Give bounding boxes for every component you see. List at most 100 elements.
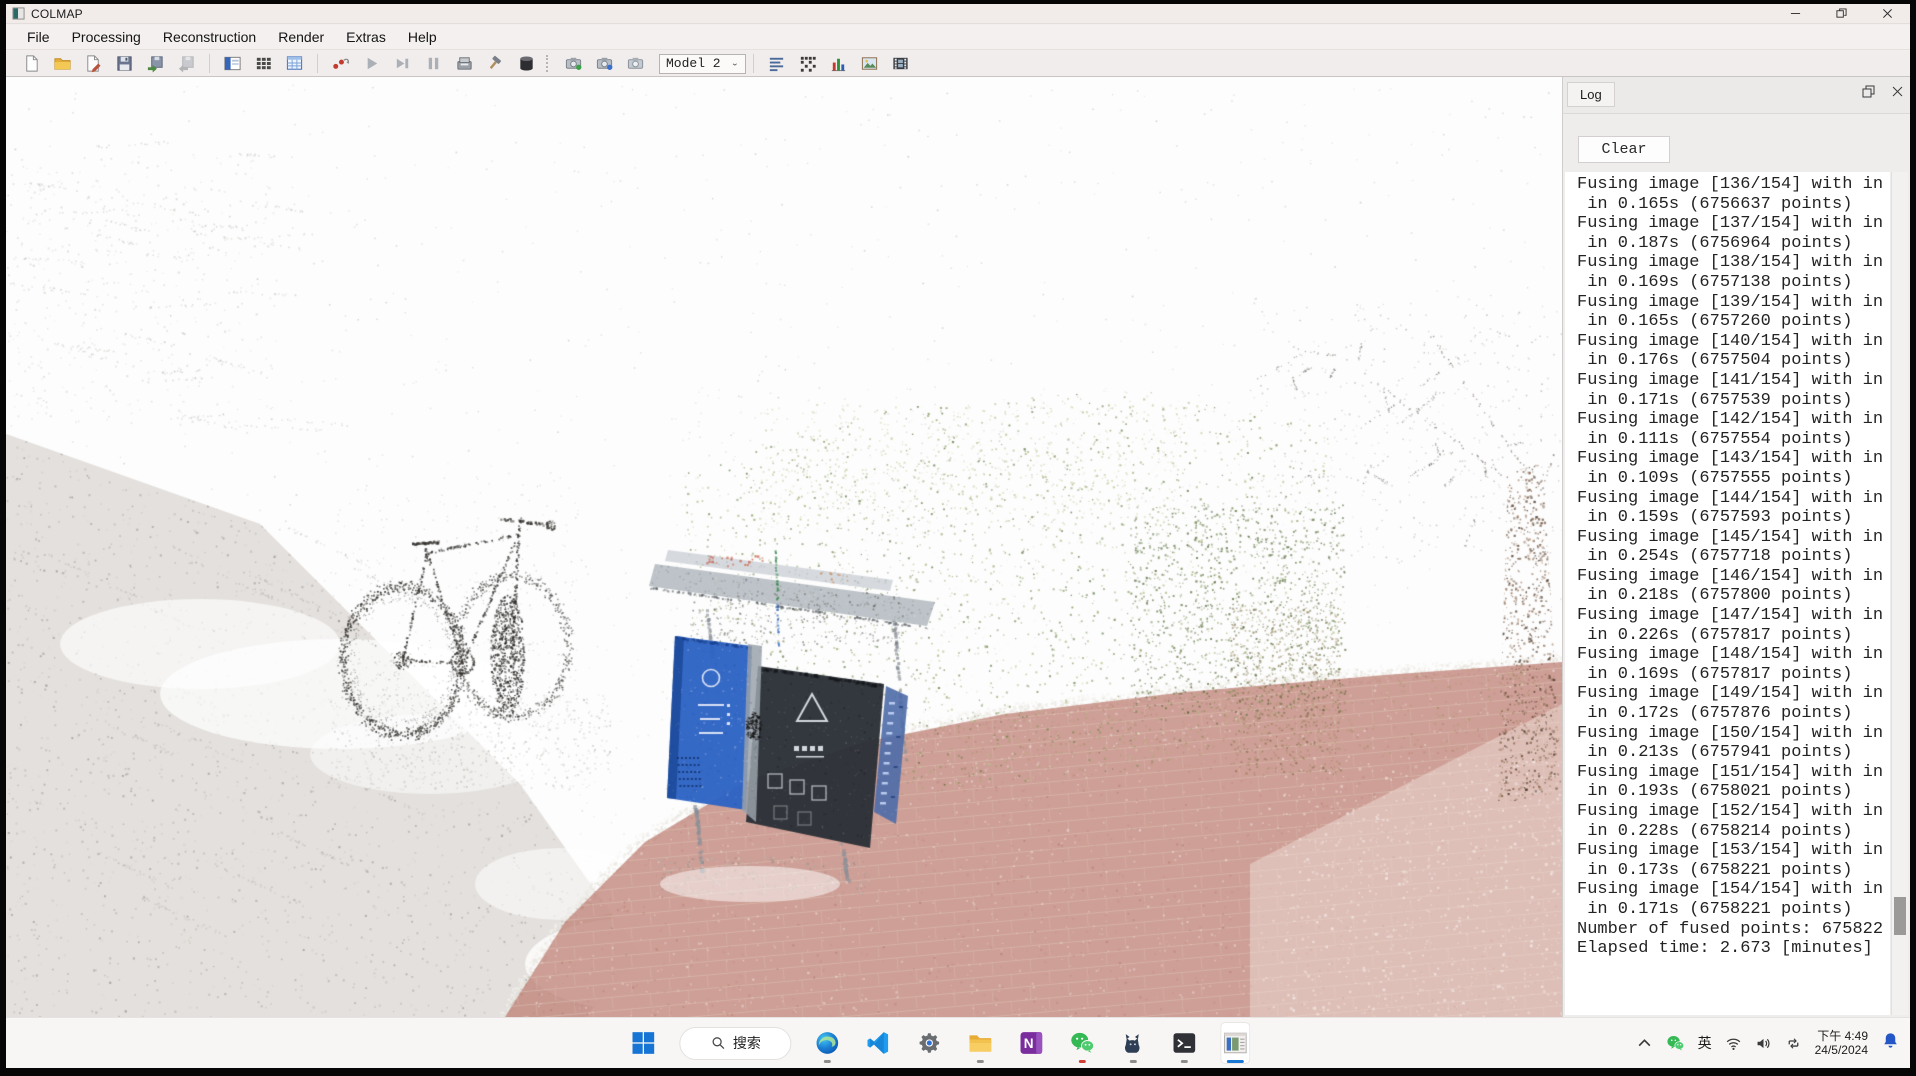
menu-processing[interactable]: Processing [61,27,152,47]
toolbar-grab-image-button[interactable] [857,52,883,75]
toolbar-step-reconstruction-button[interactable] [390,52,416,75]
panel-blue-icon [223,54,242,73]
toolbar-database-button[interactable] [514,52,540,75]
match-grid-icon [798,54,817,73]
terminal-icon [1171,1030,1197,1056]
minimize-button[interactable] [1772,4,1818,23]
image-icon [860,54,879,73]
table-blue-icon [285,54,304,73]
toolbar-drag-handle [546,55,550,72]
hammer-icon [486,54,505,73]
start-button-icon [630,1030,656,1056]
menu-bar: FileProcessingReconstructionRenderExtras… [6,25,1910,50]
taskbar-wechat[interactable] [1067,1022,1097,1064]
log-panel-title: Log [1567,82,1615,107]
toolbar-feature-extraction-button[interactable] [220,52,246,75]
toolbar-bundle-adjustment-button[interactable] [452,52,478,75]
toolbar-statistics-button[interactable] [826,52,852,75]
toolbar-export-model-button[interactable] [174,52,200,75]
cylinder-icon [517,54,536,73]
menu-help[interactable]: Help [397,27,448,47]
ime-indicator[interactable]: 英 [1698,1033,1712,1053]
search-label: 搜索 [733,1033,761,1053]
taskbar-file-explorer[interactable] [965,1022,995,1064]
running-indicator [824,1060,831,1063]
taskbar-onenote[interactable]: N [1016,1022,1046,1064]
tray-chevron-up-icon[interactable] [1636,1035,1653,1052]
toolbar-render-options-b-button[interactable] [592,52,618,75]
toolbar-render-options-a-button[interactable] [561,52,587,75]
toolbar-pause-reconstruction-button[interactable] [421,52,447,75]
svg-text:N: N [1024,1036,1034,1051]
log-scrollbar[interactable] [1891,172,1908,1015]
tray-wechat-icon[interactable] [1666,1034,1685,1053]
toolbar-edit-project-button[interactable] [81,52,107,75]
log-panel: Log Clear Fusing image [136/154] with in… [1562,77,1910,1017]
wechat-icon [1069,1030,1095,1056]
clear-log-button[interactable]: Clear [1578,136,1670,163]
system-tray: 英 下午 4:4924/5/2024 [1636,1018,1900,1068]
toolbar-match-matrix-button[interactable] [795,52,821,75]
file-explorer-icon [967,1030,993,1056]
sync-icon[interactable] [1785,1035,1802,1052]
running-indicator [1227,1060,1244,1063]
taskbar-center: 搜索 N [628,1018,1250,1068]
toolbar-import-model-button[interactable] [143,52,169,75]
vscode-icon [865,1030,891,1056]
close-button[interactable] [1864,4,1910,23]
model-selector-value: Model 2 [666,56,721,71]
toolbar-start-reconstruction-button[interactable] [359,52,385,75]
clock[interactable]: 下午 4:4924/5/2024 [1815,1029,1868,1057]
colmap-app-icon [12,7,25,20]
model-selector[interactable]: Model 2⌄ [659,54,746,74]
toolbar-group-render: Model 2⌄ [558,52,746,75]
clock-date: 24/5/2024 [1815,1043,1868,1057]
taskbar-settings[interactable] [914,1022,944,1064]
cam-blue-icon [595,54,614,73]
clock-time: 下午 4:49 [1815,1029,1868,1043]
restore-button[interactable] [1818,4,1864,23]
float-panel-icon[interactable] [1862,85,1875,103]
model-viewport[interactable] [6,77,1562,1017]
toolbar-render-reset-button[interactable] [623,52,649,75]
toolbar-separator [317,54,318,73]
running-indicator [977,1060,984,1063]
toolbar-log-toggle-button[interactable] [764,52,790,75]
taskbar-edge[interactable] [812,1022,842,1064]
menu-render[interactable]: Render [267,27,335,47]
log-toolbar: Clear [1563,114,1910,172]
taskbar-cat-app[interactable] [1118,1022,1148,1064]
machine-icon [455,54,474,73]
wifi-icon[interactable] [1725,1035,1742,1052]
pause-icon [424,54,443,73]
speaker-icon[interactable] [1755,1035,1772,1052]
close-panel-icon[interactable] [1891,85,1904,103]
window-controls [1772,4,1910,23]
taskbar-terminal[interactable] [1169,1022,1199,1064]
menu-reconstruction[interactable]: Reconstruction [152,27,267,47]
toolbar-feature-matching-button[interactable] [251,52,277,75]
toolbar-render-movie-button[interactable] [888,52,914,75]
toolbar-open-project-button[interactable] [50,52,76,75]
menu-extras[interactable]: Extras [335,27,397,47]
taskbar-search[interactable]: 搜索 [679,1027,791,1060]
log-scrollbar-thumb[interactable] [1894,897,1906,935]
toolbar-group-reconstruction [325,52,542,75]
point-cloud-scene[interactable] [6,77,1562,1017]
menu-file[interactable]: File [16,27,61,47]
search-icon [710,1035,726,1051]
taskbar-colmap[interactable] [1220,1022,1250,1064]
log-output[interactable]: Fusing image [136/154] with in in 0.165s… [1577,175,1890,1015]
taskbar-start-button[interactable] [628,1022,658,1064]
taskbar-vscode[interactable] [863,1022,893,1064]
toolbar-automatic-reconstruction-button[interactable] [328,52,354,75]
toolbar-new-project-button[interactable] [19,52,45,75]
toolbar-separator [753,54,754,73]
notification-bell-icon[interactable] [1881,1031,1900,1055]
colmap-window: COLMAP FileProcessingReconstructionRende… [6,4,1910,1068]
toolbar-dense-reconstruction-button[interactable] [483,52,509,75]
toolbar-separator [209,54,210,73]
toolbar-database-management-button[interactable] [282,52,308,75]
cam-green-icon [564,54,583,73]
toolbar-save-project-button[interactable] [112,52,138,75]
